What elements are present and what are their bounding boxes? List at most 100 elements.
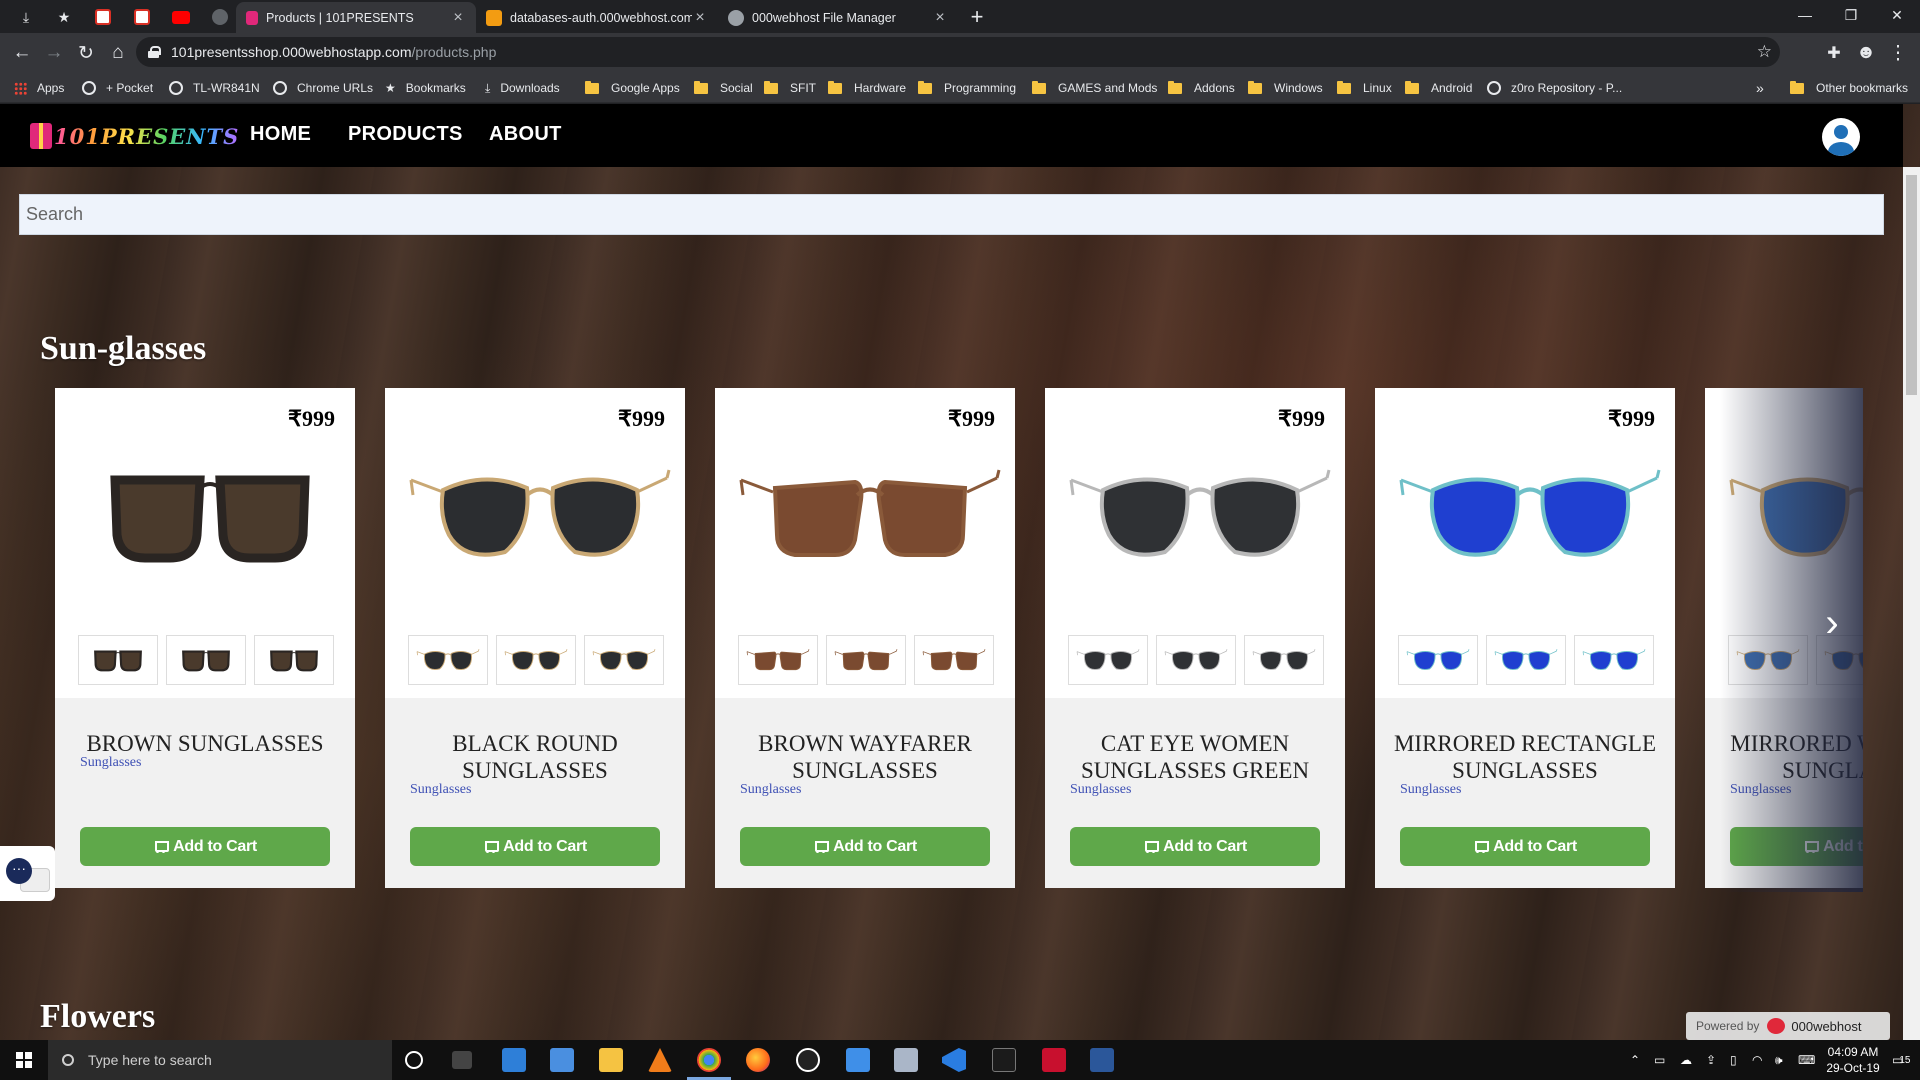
forward-icon[interactable]: → <box>40 39 68 67</box>
terminal-icon[interactable] <box>992 1048 1016 1072</box>
product-image[interactable] <box>1395 440 1665 590</box>
product-category[interactable]: Sunglasses <box>80 755 141 771</box>
profile-icon[interactable]: ☻ <box>1852 39 1880 67</box>
product-thumbnail[interactable] <box>1068 635 1148 685</box>
product-image[interactable] <box>735 440 1005 590</box>
bookmark-pocket[interactable]: + Pocket <box>82 78 153 98</box>
start-button[interactable] <box>0 1040 48 1080</box>
close-icon[interactable]: × <box>932 9 948 27</box>
task-view-icon[interactable] <box>452 1051 472 1069</box>
product-category[interactable]: Sunglasses <box>740 782 801 798</box>
bookmark-folder-addons[interactable]: Addons <box>1168 78 1235 98</box>
product-card[interactable]: ₹999 BROWN WAYFARER SUNGLASSES Sunglasses A… <box>715 388 1015 888</box>
word-icon[interactable] <box>1090 1048 1114 1072</box>
bookmark-z0ro[interactable]: z0ro Repository - P... <box>1487 78 1622 98</box>
back-icon[interactable]: ← <box>8 39 36 67</box>
gmail-pinned-tab[interactable] <box>89 5 117 29</box>
extensions-icon[interactable]: ✚ <box>1820 39 1848 67</box>
product-category[interactable]: Sunglasses <box>1070 782 1131 798</box>
product-thumbnail[interactable] <box>78 635 158 685</box>
bookmark-folder-google-apps[interactable]: Google Apps <box>585 78 680 98</box>
product-thumbnail[interactable] <box>826 635 906 685</box>
cortana-icon[interactable] <box>405 1051 423 1069</box>
tab-databases[interactable]: databases-auth.000webhost.com × <box>476 2 718 33</box>
tray-wifi-icon[interactable]: ◠ <box>1752 1040 1762 1080</box>
tray-chevron-icon[interactable]: ⌃ <box>1630 1040 1640 1080</box>
product-image[interactable] <box>1725 440 1863 590</box>
user-account-icon[interactable] <box>1822 118 1860 156</box>
product-thumbnail[interactable] <box>1156 635 1236 685</box>
chat-widget[interactable]: ··· <box>0 846 55 901</box>
product-thumbnail[interactable] <box>914 635 994 685</box>
app-icon-3[interactable] <box>894 1048 918 1072</box>
site-logo[interactable]: 101PRESENTS <box>30 116 239 156</box>
add-to-cart-button[interactable]: Add to Cart <box>410 827 660 866</box>
bookmark-folder-programming[interactable]: Programming <box>918 78 1016 98</box>
close-icon[interactable]: × <box>450 9 466 27</box>
product-category[interactable]: Sunglasses <box>1400 782 1461 798</box>
product-thumbnail[interactable] <box>738 635 818 685</box>
scrollbar-thumb[interactable] <box>1906 175 1917 395</box>
bookmark-tl-wr841n[interactable]: TL-WR841N <box>169 78 260 98</box>
close-icon[interactable]: × <box>692 9 708 27</box>
chrome-icon[interactable] <box>687 1048 731 1080</box>
minimize-button[interactable]: — <box>1782 0 1828 30</box>
product-thumbnail[interactable] <box>1398 635 1478 685</box>
product-image[interactable] <box>405 440 675 590</box>
restore-button[interactable]: ❐ <box>1828 0 1874 30</box>
nav-about[interactable]: ABOUT <box>489 123 562 146</box>
add-to-cart-button[interactable]: Add to Cart <box>1730 827 1863 866</box>
menu-icon[interactable]: ⋮ <box>1884 39 1912 67</box>
bookmark-bookmarks[interactable]: ★ Bookmarks <box>385 78 466 98</box>
product-thumbnail[interactable] <box>1244 635 1324 685</box>
product-category[interactable]: Sunglasses <box>1730 782 1791 798</box>
product-thumbnail[interactable] <box>166 635 246 685</box>
taskbar-clock[interactable]: 04:09 AM 29-Oct-19 <box>1818 1044 1888 1076</box>
product-name[interactable]: MIRRORED WAYFARER SUNGLASSES <box>1715 730 1863 784</box>
nav-home[interactable]: HOME <box>250 123 311 146</box>
product-name[interactable]: BROWN SUNGLASSES <box>65 730 345 757</box>
nav-products[interactable]: PRODUCTS <box>348 123 463 146</box>
bookmark-apps[interactable]: Apps <box>14 78 64 98</box>
bookmark-folder-windows[interactable]: Windows <box>1248 78 1323 98</box>
chevron-right-icon[interactable]: › <box>1816 593 1848 653</box>
tray-network-icon[interactable]: ▭ <box>1654 1040 1665 1080</box>
bookmark-star-icon[interactable]: ☆ <box>1757 42 1772 62</box>
notifications-icon[interactable]: ▭ 15 <box>1892 1040 1910 1080</box>
product-thumbnail[interactable] <box>254 635 334 685</box>
page-scrollbar[interactable] <box>1903 167 1920 1040</box>
taskbar-search[interactable]: Type here to search <box>48 1040 392 1080</box>
product-name[interactable]: BLACK ROUND SUNGLASSES <box>395 730 675 784</box>
bookmark-folder-games[interactable]: GAMES and Mods <box>1032 78 1157 98</box>
add-to-cart-button[interactable]: Add to Cart <box>1400 827 1650 866</box>
product-thumbnail[interactable] <box>496 635 576 685</box>
product-card[interactable]: ₹999 MIRRORED RECTANGLE SUNGLASSES Sunglas… <box>1375 388 1675 888</box>
tray-cloud-icon[interactable]: ☁ <box>1680 1040 1692 1080</box>
bookmark-folder-hardware[interactable]: Hardware <box>828 78 906 98</box>
bookmark-folder-social[interactable]: Social <box>694 78 753 98</box>
pinned-tab[interactable] <box>206 5 234 29</box>
product-thumbnail[interactable] <box>1574 635 1654 685</box>
youtube-pinned-tab[interactable] <box>167 5 195 29</box>
product-thumbnail[interactable] <box>408 635 488 685</box>
bookmarks-overflow-button[interactable]: » <box>1756 78 1764 98</box>
add-to-cart-button[interactable]: Add to Cart <box>740 827 990 866</box>
home-icon[interactable]: ⌂ <box>104 39 132 67</box>
search-input[interactable] <box>19 194 1884 235</box>
new-tab-button[interactable]: + <box>965 4 989 30</box>
file-explorer-icon[interactable] <box>599 1048 623 1072</box>
close-window-button[interactable]: ✕ <box>1874 0 1920 30</box>
product-name[interactable]: MIRRORED RECTANGLE SUNGLASSES <box>1385 730 1665 784</box>
vscode-icon[interactable] <box>942 1048 966 1072</box>
product-image[interactable] <box>1065 440 1335 590</box>
product-thumbnail[interactable] <box>584 635 664 685</box>
add-to-cart-button[interactable]: Add to Cart <box>80 827 330 866</box>
bookmark-chrome-urls[interactable]: Chrome URLs <box>273 78 373 98</box>
powered-by-badge[interactable]: Powered by 000webhost <box>1686 1012 1890 1040</box>
tray-keyboard-icon[interactable]: ⌨ <box>1798 1040 1815 1080</box>
app-icon[interactable] <box>550 1048 574 1072</box>
bookmark-other[interactable]: Other bookmarks <box>1790 78 1908 98</box>
tab-products[interactable]: Products | 101PRESENTS × <box>236 2 476 33</box>
star-icon[interactable]: ★ <box>50 5 78 29</box>
product-thumbnail[interactable] <box>1486 635 1566 685</box>
